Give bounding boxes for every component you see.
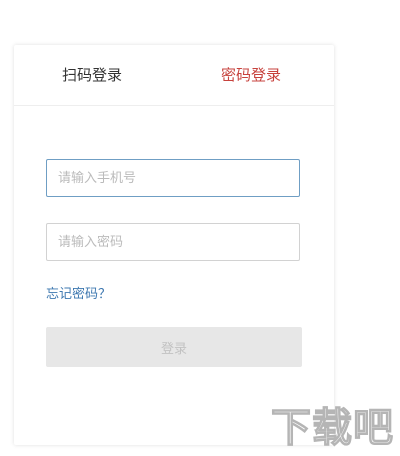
- phone-input[interactable]: [46, 159, 300, 197]
- password-input[interactable]: [46, 223, 300, 261]
- forgot-password-link[interactable]: 忘记密码？: [46, 286, 111, 304]
- login-card: 扫码登录 密码登录 忘记密码？ 登录: [14, 45, 334, 445]
- site-watermark-logo: 下载吧: [270, 405, 394, 451]
- tab-qr-login[interactable]: 扫码登录: [62, 65, 122, 85]
- page: 扫码登录 密码登录 忘记密码？ 登录 下载吧: [0, 0, 400, 456]
- tab-password-login[interactable]: 密码登录: [221, 65, 281, 85]
- login-tabs: 扫码登录 密码登录: [14, 45, 334, 106]
- login-button[interactable]: 登录: [46, 327, 302, 367]
